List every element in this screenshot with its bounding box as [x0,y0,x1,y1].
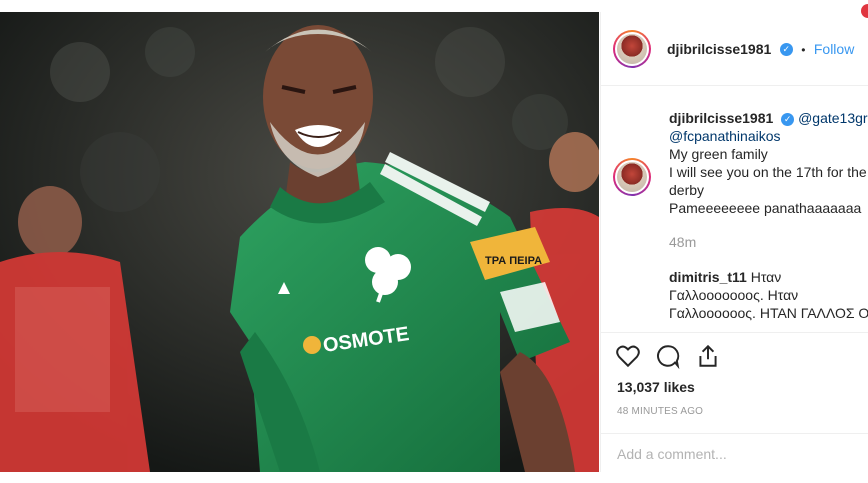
post-image[interactable]: ΤΡΑ ΠΕΙΡΑ OSMOTE [0,12,599,472]
separator-dot: • [801,43,806,57]
caption-avatar-image [617,162,647,192]
mention-link[interactable]: @gate13gr [798,110,867,126]
caption-line: Pameeeeeeee panathaaaaaaa [669,200,862,216]
post-photo-illustration: ΤΡΑ ΠΕΙΡΑ OSMOTE [0,12,599,472]
avatar[interactable] [613,30,651,68]
caption-line: I will see you on the 17th for the [669,164,867,180]
caption-avatar[interactable] [613,158,651,196]
caption-line: derby [669,182,705,198]
verified-badge-icon: ✓ [779,43,793,57]
comment-text: Ηταν [750,269,782,285]
verified-badge-icon: ✓ [781,112,795,126]
post-timestamp[interactable]: 48 MINUTES AGO [617,406,703,417]
avatar-image [617,34,647,64]
follow-button[interactable]: Follow [814,41,854,57]
mention-link[interactable]: @fcpanathinaikos [669,128,781,144]
top-strip [0,0,868,12]
heart-icon[interactable] [615,343,641,369]
comments-clip [601,324,868,332]
post-header: djibrilcisse1981 ✓ • Follow [601,12,868,86]
share-icon[interactable] [695,343,721,369]
like-count[interactable]: 13,037 likes [617,379,695,395]
comment-text: Γαλλοοοοοοος. Ηταν [669,287,799,303]
add-comment-input[interactable]: Add a comment... [601,433,868,473]
comment-bubble-icon[interactable] [655,343,681,369]
caption-time[interactable]: 48m [669,233,868,251]
comment-text: Γαλλοοοοοος. ΗΤΑΝ ΓΑΛΛΟΣ Ο [669,305,868,321]
caption-username[interactable]: djibrilcisse1981 [669,110,773,126]
comment-item: dimitris_t11 Ηταν Γαλλοοοοοοος. Ηταν Γαλ… [669,268,868,322]
action-bar: 13,037 likes 48 MINUTES AGO Add a commen… [601,332,868,483]
caption: djibrilcisse1981 ✓ @gate13gr @fcpanathin… [669,109,868,251]
armband-text: ΤΡΑ ΠΕΙΡΑ [485,255,542,267]
post-side-panel: djibrilcisse1981 ✓ • Follow djibrilcisse… [600,4,868,472]
header-username[interactable]: djibrilcisse1981 [667,41,771,57]
caption-line: My green family [669,146,768,162]
comment-username[interactable]: dimitris_t11 [669,269,747,285]
